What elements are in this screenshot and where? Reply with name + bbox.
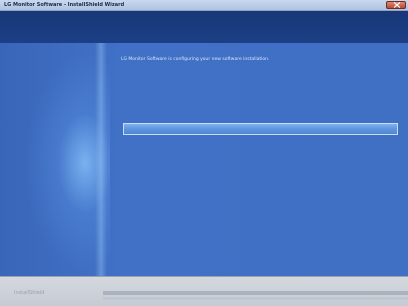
- side-graphic-curve: [95, 43, 107, 276]
- progress-bar-fill: [124, 124, 397, 134]
- installer-window: LG Monitor Software - InstallShield Wiza…: [0, 0, 408, 306]
- header-band: [0, 11, 408, 43]
- window-title: LG Monitor Software - InstallShield Wiza…: [4, 2, 125, 8]
- status-message: LG Monitor Software is configuring your …: [121, 57, 270, 62]
- footer-divider: [103, 291, 408, 295]
- footer-brand: InstallShield: [14, 290, 45, 296]
- close-icon: [393, 2, 401, 8]
- close-button[interactable]: [386, 1, 406, 9]
- title-bar: LG Monitor Software - InstallShield Wiza…: [0, 0, 408, 11]
- footer-divider-secondary: [103, 297, 408, 300]
- footer-bar: InstallShield: [0, 276, 408, 306]
- progress-bar: [123, 123, 398, 135]
- side-graphic: [0, 43, 110, 276]
